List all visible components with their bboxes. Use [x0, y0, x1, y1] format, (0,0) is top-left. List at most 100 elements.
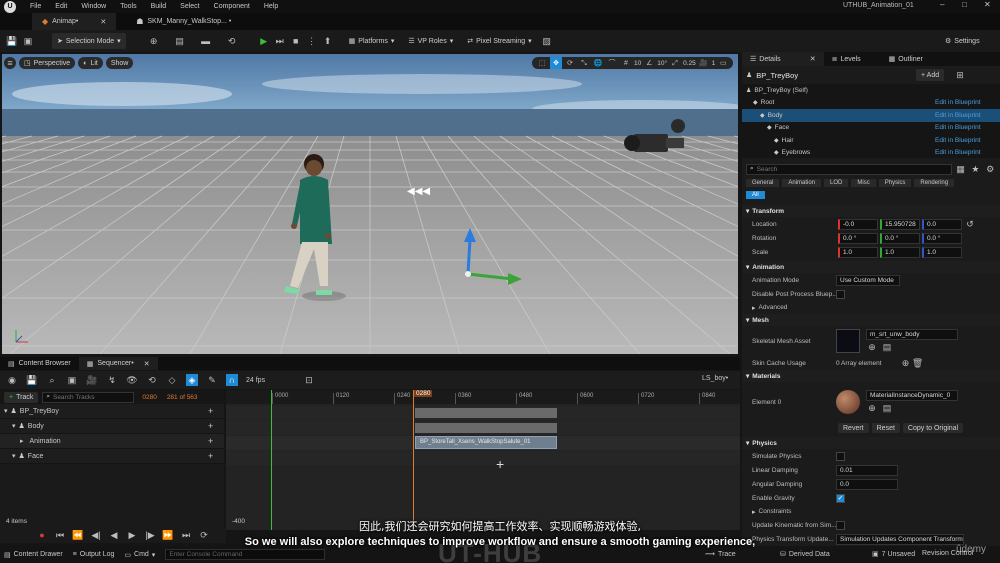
menu-item-window[interactable]: Window: [81, 3, 106, 10]
play-icon[interactable]: ▶: [258, 35, 270, 47]
physics-section-header[interactable]: ▾ Physics: [742, 437, 1000, 449]
world-icon[interactable]: 🌐: [592, 57, 604, 69]
tab-outliner[interactable]: ▦ Outliner: [881, 52, 931, 66]
tab-levels[interactable]: ≣ Levels: [824, 52, 869, 66]
add-element-icon[interactable]: ⊕: [900, 357, 912, 369]
modes-icon[interactable]: ⟲: [226, 35, 238, 47]
timeline-ruler[interactable]: 0000 0120 0240 0360 0480 0600 0720 0840: [226, 390, 740, 404]
settings-button[interactable]: ⚙ Settings: [940, 33, 985, 49]
chevron-down-icon[interactable]: ▾: [4, 407, 8, 415]
reset-icon[interactable]: ↺: [964, 218, 976, 230]
star-icon[interactable]: ★: [970, 163, 982, 175]
grid-snap-icon[interactable]: #: [620, 57, 632, 69]
rotate-icon[interactable]: ⟳: [564, 57, 576, 69]
maximize-icon[interactable]: □: [962, 0, 967, 9]
delete-icon[interactable]: 🗑: [912, 357, 924, 369]
reset-button[interactable]: Reset: [871, 423, 900, 433]
viewport-layout-icon[interactable]: ▭: [717, 57, 729, 69]
auto-key-icon[interactable]: ◈: [186, 374, 198, 386]
range-start-line[interactable]: [271, 390, 272, 530]
rotation-z[interactable]: 0.0 °: [922, 232, 962, 244]
content-icon[interactable]: ▣: [22, 35, 34, 47]
chevron-down-icon[interactable]: ▾: [12, 422, 16, 430]
grid-view-icon[interactable]: ▦: [955, 163, 967, 175]
derived-data-button[interactable]: ⛁ Derived Data: [780, 550, 830, 559]
viewport[interactable]: ◀◀◀ ≡ ◳ Perspective ◐ Lit Show ⬚ ✥ ⟳ ⤡ 🌐…: [2, 54, 738, 354]
sequence-name[interactable]: LS_boy•: [702, 375, 728, 382]
material-dropdown[interactable]: MaterialInstanceDynamic_0: [866, 389, 958, 401]
tab-close-icon[interactable]: ✕: [810, 55, 816, 63]
scale-icon[interactable]: ⤡: [578, 57, 590, 69]
scale-label[interactable]: Scale: [752, 249, 836, 256]
keyframe-icon[interactable]: ◇: [166, 374, 178, 386]
console-input[interactable]: Enter Console Command: [165, 549, 326, 560]
edit-in-blueprint-link[interactable]: Edit in Blueprint: [935, 112, 981, 119]
scale-snap-value[interactable]: 0.25: [683, 60, 696, 67]
layout-icon[interactable]: ▨: [541, 35, 553, 47]
close-icon[interactable]: ✕: [984, 0, 991, 9]
scale-snap-icon[interactable]: ⤢: [669, 57, 681, 69]
track-row[interactable]: ▾ ♟ Face +: [0, 449, 224, 464]
menu-item-file[interactable]: File: [30, 3, 41, 10]
edit-in-blueprint-link[interactable]: Edit in Blueprint: [935, 149, 981, 156]
chevron-down-icon[interactable]: ▾: [12, 452, 16, 460]
stop-icon[interactable]: ■: [290, 35, 302, 47]
track-row[interactable]: ▾ ♟ Body +: [0, 419, 224, 434]
playback-options-icon[interactable]: ⟲: [146, 374, 158, 386]
play-options-icon[interactable]: ⋮: [306, 35, 318, 47]
rotation-y[interactable]: 0.0 °: [880, 232, 920, 244]
rotation-label[interactable]: Rotation: [752, 235, 836, 242]
timeline[interactable]: 0000 0120 0240 0360 0480 0600 0720 0840 BP_Stor…: [226, 390, 740, 530]
vp-roles-button[interactable]: ☰ VP Roles ▾: [403, 33, 458, 49]
playhead[interactable]: [413, 390, 414, 530]
animation-clip[interactable]: BP_StoreTall_Xsens_WalkStopSalute_01: [415, 436, 557, 449]
scale-x[interactable]: 1.0: [838, 246, 878, 258]
transform-section-header[interactable]: ▾ Transform: [742, 205, 1000, 217]
location-z[interactable]: 0.0: [922, 218, 962, 230]
filter-animation[interactable]: Animation: [782, 179, 822, 187]
menu-item-component[interactable]: Component: [214, 3, 250, 10]
enable-gravity-checkbox[interactable]: ✓: [836, 493, 845, 503]
chevron-right-icon[interactable]: ▸: [20, 437, 24, 445]
details-search[interactable]: ⌕ Search: [746, 163, 952, 175]
rotation-x[interactable]: 0.0 °: [838, 232, 878, 244]
world-icon[interactable]: ◉: [6, 374, 18, 386]
hamburger-icon[interactable]: ≡: [4, 57, 16, 69]
tab-animap[interactable]: ◆ Animap• ✕: [32, 13, 117, 30]
menu-item-build[interactable]: Build: [151, 3, 167, 10]
edit-in-blueprint-link[interactable]: Edit in Blueprint: [935, 99, 981, 106]
add-subtrack-icon[interactable]: +: [208, 406, 213, 416]
edit-in-blueprint-link[interactable]: Edit in Blueprint: [935, 124, 981, 131]
edit-in-blueprint-link[interactable]: Edit in Blueprint: [935, 137, 981, 144]
brush-icon[interactable]: ✎: [206, 374, 218, 386]
browse-icon[interactable]: ⊕: [866, 403, 878, 415]
add-subtrack-icon[interactable]: +: [208, 421, 213, 431]
cinematics-icon[interactable]: ▬: [200, 35, 212, 47]
advanced-row[interactable]: ▸ Advanced: [742, 301, 1000, 314]
camera-speed-value[interactable]: 1: [712, 60, 716, 67]
disable-pp-checkbox[interactable]: [836, 289, 845, 299]
linear-damping-input[interactable]: 0.01: [836, 464, 898, 476]
use-selected-icon[interactable]: ▤: [881, 342, 893, 354]
filter-lod[interactable]: LOD: [824, 179, 849, 187]
filter-physics[interactable]: Physics: [878, 179, 912, 187]
render-icon[interactable]: ▣: [66, 374, 78, 386]
component-row[interactable]: ◆ Eyebrows Edit in Blueprint: [742, 147, 1000, 159]
scale-y[interactable]: 1.0: [880, 246, 920, 258]
step-icon[interactable]: ⏭: [274, 35, 286, 47]
unsaved-button[interactable]: ▣ 7 Unsaved: [872, 550, 915, 559]
tab-sequencer[interactable]: ▦ Sequencer• ✕: [78, 357, 158, 370]
tab-details[interactable]: ☰ Details ✕: [742, 52, 824, 66]
tab-content-browser[interactable]: ▤ Content Browser: [0, 357, 79, 370]
add-actor-icon[interactable]: ⊕: [148, 35, 160, 47]
scale-z[interactable]: 1.0: [922, 246, 962, 258]
use-selected-icon[interactable]: ▤: [881, 403, 893, 415]
skeletal-mesh-thumbnail[interactable]: [836, 329, 860, 353]
filter-rendering[interactable]: Rendering: [914, 179, 955, 187]
blueprint-icon[interactable]: ▤: [174, 35, 186, 47]
save-sequence-icon[interactable]: 💾: [26, 374, 38, 386]
component-row[interactable]: ◆ Body Edit in Blueprint: [742, 109, 1000, 122]
add-subtrack-icon[interactable]: +: [208, 436, 213, 446]
tab-close-icon[interactable]: ✕: [144, 360, 150, 368]
playback-range-icon[interactable]: ⊡: [303, 374, 315, 386]
